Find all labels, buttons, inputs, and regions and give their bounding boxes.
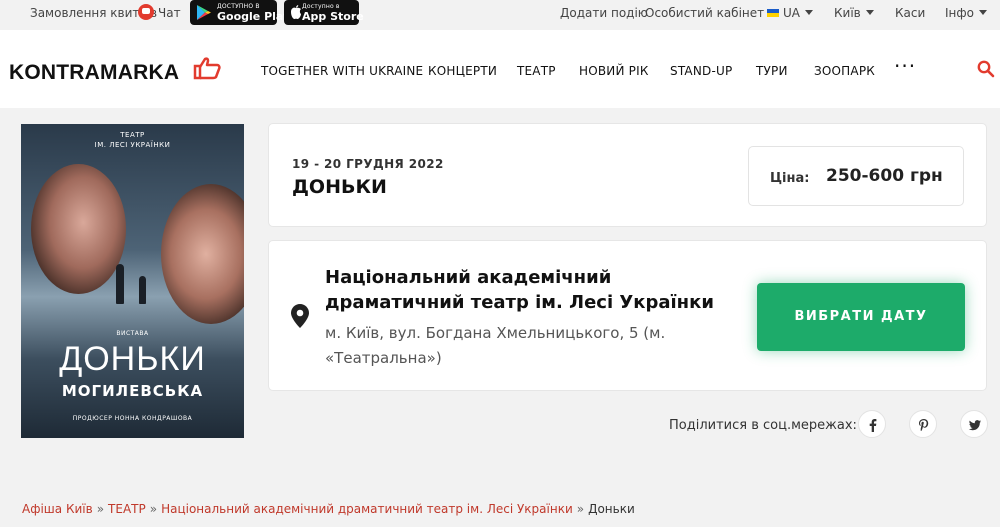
google-play-label: Google Play	[217, 10, 291, 23]
breadcrumb-theatre[interactable]: ТЕАТР	[108, 502, 146, 516]
site-logo[interactable]: KONTRAMARKA	[9, 61, 179, 85]
facebook-share-button[interactable]	[858, 410, 886, 438]
top-bar: Замовлення квитків Чат ДОСТУПНО В Google…	[0, 0, 1000, 26]
share-label: Поділитися в соц.мережах:	[669, 418, 857, 433]
nav-together-with-ukraine[interactable]: TOGETHER WITH UKRAINE	[261, 64, 423, 78]
apple-icon	[291, 5, 301, 19]
poster-silhouette	[116, 264, 124, 304]
breadcrumb: Афіша Київ» ТЕАТР» Національний академічни…	[22, 502, 635, 516]
google-play-small: ДОСТУПНО В	[217, 3, 260, 10]
breadcrumb-separator: »	[576, 502, 585, 516]
app-store-small: Доступно в	[302, 3, 340, 10]
event-title: ДОНЬКИ	[292, 176, 387, 198]
cabinet-link[interactable]: Особистий кабінет	[645, 6, 764, 20]
event-date: 19 - 20 ГРУДНЯ 2022	[292, 157, 444, 171]
nav-stand-up[interactable]: STAND-UP	[670, 64, 732, 78]
language-value: UA	[783, 6, 800, 20]
google-play-button[interactable]: ДОСТУПНО В Google Play	[190, 0, 290, 25]
poster-subtitle: МОГИЛЕВСЬКА	[61, 382, 204, 400]
breadcrumb-afisha-kyiv[interactable]: Афіша Київ	[22, 502, 93, 516]
chevron-down-icon	[979, 10, 987, 15]
poster-title: ДОНЬКИ	[59, 340, 206, 378]
chat-icon[interactable]	[138, 4, 154, 20]
nav-theatre[interactable]: ТЕАТР	[517, 64, 556, 78]
pinterest-icon	[919, 419, 929, 431]
breadcrumb-separator: »	[149, 502, 158, 516]
site-header: KONTRAMARKA TOGETHER WITH UKRAINE КОНЦЕР…	[0, 30, 1000, 108]
city-select[interactable]: Київ	[834, 6, 874, 20]
event-info-card: 19 - 20 ГРУДНЯ 2022 ДОНЬКИ Ціна: 250-600…	[268, 123, 987, 227]
poster-silhouette-child	[139, 276, 146, 304]
chevron-down-icon	[865, 10, 874, 15]
more-menu-icon[interactable]: ···	[894, 54, 916, 78]
poster-face-left	[31, 164, 126, 294]
poster-producer: ПРОДЮСЕР НОННА КОНДРАШОВА	[72, 415, 193, 422]
poster-play-label: ВИСТАВА	[116, 330, 149, 337]
facebook-icon	[869, 419, 877, 432]
poster-theatre-label: ТЕАТР	[120, 131, 145, 139]
nav-zoo[interactable]: ЗООПАРК	[814, 64, 875, 78]
twitter-share-button[interactable]	[960, 410, 988, 438]
chat-link[interactable]: Чат	[158, 6, 181, 20]
app-store-button[interactable]: Доступно в App Store	[284, 0, 364, 25]
event-poster[interactable]: ТЕАТР ІМ. ЛЕСІ УКРАЇНКИ ВИСТАВА ДОНЬКИ М…	[21, 124, 244, 438]
price-box: Ціна: 250-600 грн	[748, 146, 964, 206]
price-value: 250-600 грн	[826, 166, 943, 186]
pinterest-share-button[interactable]	[909, 410, 937, 438]
nav-concerts[interactable]: КОНЦЕРТИ	[428, 64, 497, 78]
breadcrumb-venue[interactable]: Національний академічний драматичний теа…	[161, 502, 573, 516]
language-select[interactable]: UA	[767, 6, 813, 20]
poster-theatre-name: ІМ. ЛЕСІ УКРАЇНКИ	[94, 141, 171, 149]
venue-card: Національний академічний драматичний теа…	[268, 240, 987, 391]
info-select[interactable]: Інфо	[945, 6, 987, 20]
add-event-link[interactable]: Додати подію	[560, 6, 648, 20]
venue-address: м. Київ, вул. Богдана Хмельницького, 5 (…	[325, 324, 666, 367]
location-pin-icon	[291, 304, 309, 328]
city-value: Київ	[834, 6, 861, 20]
thumbs-up-icon	[193, 57, 221, 80]
poster-face-right	[161, 184, 244, 324]
info-value: Інфо	[945, 6, 974, 20]
nav-tours[interactable]: ТУРИ	[756, 64, 788, 78]
ua-flag-icon	[767, 9, 779, 17]
cashier-link[interactable]: Каси	[895, 6, 925, 20]
twitter-icon	[968, 420, 981, 431]
venue-name[interactable]: Національний академічний драматичний теа…	[325, 265, 745, 315]
choose-date-button[interactable]: ВИБРАТИ ДАТУ	[757, 283, 965, 351]
search-icon[interactable]	[977, 60, 995, 78]
nav-new-year[interactable]: НОВИЙ РІК	[579, 64, 649, 78]
breadcrumb-current: Доньки	[588, 502, 635, 516]
chevron-down-icon	[805, 10, 813, 15]
breadcrumb-separator: »	[96, 502, 105, 516]
google-play-icon	[197, 5, 211, 20]
app-store-label: App Store	[302, 10, 364, 23]
price-label: Ціна:	[770, 171, 810, 186]
